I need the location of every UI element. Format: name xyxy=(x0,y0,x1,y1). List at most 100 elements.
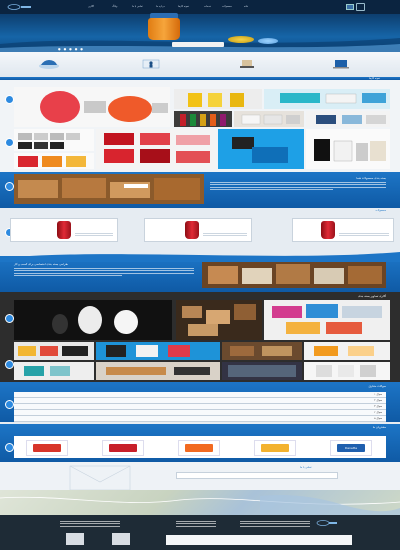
footer xyxy=(0,515,400,550)
client-logo-1[interactable] xyxy=(26,440,68,456)
long-box-image xyxy=(106,367,210,375)
product-card-2[interactable] xyxy=(144,218,252,242)
nav-item-5[interactable]: نمونه کارها xyxy=(178,5,189,8)
portfolio-tile-soup[interactable] xyxy=(14,153,94,169)
tins-image xyxy=(18,133,80,149)
nav-item-6[interactable]: خدمات xyxy=(204,5,211,8)
service-person-icon[interactable] xyxy=(140,57,162,71)
client-logo-5-text: Danette xyxy=(337,444,365,452)
service-car-icon[interactable] xyxy=(38,57,60,71)
stacked-boxes-image xyxy=(228,365,296,377)
cart-icon[interactable] xyxy=(356,3,365,11)
portfolio-tile-red-boxes[interactable] xyxy=(96,129,216,169)
site-logo[interactable] xyxy=(6,3,32,11)
nav-item-7[interactable]: محصولات xyxy=(222,5,232,8)
portfolio-prev-button[interactable] xyxy=(5,95,14,104)
gallery-tile-bottles[interactable] xyxy=(14,300,172,340)
products-title: محصولات xyxy=(375,209,386,212)
client-logo-3[interactable] xyxy=(178,440,220,456)
footer-badge-2[interactable] xyxy=(112,533,130,545)
portfolio-tile-blue-box[interactable] xyxy=(218,129,304,169)
custom-boxes-image xyxy=(202,262,386,288)
clients-arrow-button[interactable] xyxy=(5,443,14,452)
client-logo-5[interactable]: Danette xyxy=(330,440,372,456)
client-logo-4[interactable] xyxy=(254,440,296,456)
faq-question-1: سوال ۱ xyxy=(374,393,382,396)
footer-links xyxy=(176,521,216,528)
product-text-3 xyxy=(339,233,389,238)
hero-bowl-yellow xyxy=(228,36,254,43)
client-logo-4-mark xyxy=(261,444,289,452)
footer-about-text xyxy=(240,521,310,528)
portfolio-tile-bottles[interactable] xyxy=(174,111,232,127)
language-flag-icon[interactable] xyxy=(346,4,354,10)
gallery-next-button[interactable] xyxy=(5,360,14,369)
cups-image xyxy=(24,366,70,376)
gallery-prev-button[interactable] xyxy=(5,314,14,323)
custom-boxes-graphic xyxy=(208,264,382,284)
footer-logo xyxy=(316,520,337,526)
gallery-tile-bags[interactable] xyxy=(96,342,220,360)
product-card-1[interactable] xyxy=(10,218,118,242)
portfolio-tile-jars[interactable] xyxy=(174,89,262,109)
gallery-tile-snacks[interactable] xyxy=(14,342,94,360)
faq-question-5: سوال ۵ xyxy=(374,417,382,420)
nav-item-8[interactable]: خانه xyxy=(244,5,248,8)
portfolio-tile-boxes[interactable] xyxy=(264,89,390,109)
gallery-boxes-graphic xyxy=(182,304,256,336)
faq-question-4: سوال ۴ xyxy=(374,411,382,414)
portfolio-tile-bulbs[interactable] xyxy=(14,87,170,127)
nav-item-4[interactable]: درباره ما xyxy=(156,5,165,8)
portfolio-tile-cartons[interactable] xyxy=(234,111,304,127)
hero-product-jar xyxy=(148,18,180,40)
gallery-tile-boxes[interactable] xyxy=(176,300,262,340)
portfolio-tile-packs[interactable] xyxy=(306,111,390,127)
envelope-icon xyxy=(69,465,131,491)
custom-description xyxy=(14,268,194,278)
yellow-jars-image xyxy=(188,93,244,107)
faq-row-5[interactable]: سوال ۵ xyxy=(14,416,386,422)
nav-item-3[interactable]: تماس با ما xyxy=(132,5,143,8)
hero-cta-button[interactable] xyxy=(172,42,224,47)
bags-image xyxy=(106,345,190,357)
orange-boxes-image xyxy=(314,346,374,356)
portfolio-tile-cosmetic[interactable] xyxy=(306,129,390,169)
red-boxes-image xyxy=(104,133,210,163)
portfolio-tile-tins[interactable] xyxy=(14,129,94,151)
nav-item-1[interactable]: گالری xyxy=(88,5,94,8)
gallery-tile-white[interactable] xyxy=(304,362,390,380)
portfolio-next-button[interactable] xyxy=(5,138,14,147)
product-bottle-3 xyxy=(321,221,335,239)
hero-slider-dots[interactable]: ● ● ● ● ● xyxy=(58,47,84,51)
gallery-tile-colors[interactable] xyxy=(264,300,390,340)
client-logo-3-mark xyxy=(185,444,213,452)
white-bottles-image xyxy=(52,306,138,334)
gallery-tile-stack[interactable] xyxy=(222,362,302,380)
product-text-1 xyxy=(75,233,113,238)
faq-question-3: سوال ۳ xyxy=(374,405,382,408)
gallery-tile-kraft[interactable] xyxy=(222,342,302,360)
cardboard-boxes-graphic xyxy=(18,178,200,200)
client-logo-2[interactable] xyxy=(102,440,144,456)
client-logo-1-mark xyxy=(33,444,61,452)
packaging-arrow-button[interactable] xyxy=(5,182,14,191)
gallery-tile-orange[interactable] xyxy=(304,342,390,360)
hero-bowl-blue xyxy=(258,38,278,44)
gallery-tile-cups[interactable] xyxy=(14,362,94,380)
faq-arrow-button[interactable] xyxy=(5,400,14,409)
footer-contact-info xyxy=(60,521,120,528)
footer-badge-1[interactable] xyxy=(66,533,84,545)
contact-field[interactable] xyxy=(176,472,338,479)
packaging-cardboard-image xyxy=(14,174,204,204)
custom-wave-graphic xyxy=(0,252,400,262)
services-row xyxy=(0,52,400,77)
product-text-2 xyxy=(203,233,247,238)
service-laptop-icon[interactable] xyxy=(330,57,352,71)
product-card-3[interactable] xyxy=(292,218,394,242)
soup-boxes-image xyxy=(18,156,86,167)
client-logo-2-mark xyxy=(109,444,137,452)
nav-item-2[interactable]: وبلاگ xyxy=(112,5,117,8)
gallery-tile-long-box[interactable] xyxy=(96,362,220,380)
faq-question-2: سوال ۲ xyxy=(374,399,382,402)
service-box-icon[interactable] xyxy=(236,57,258,71)
